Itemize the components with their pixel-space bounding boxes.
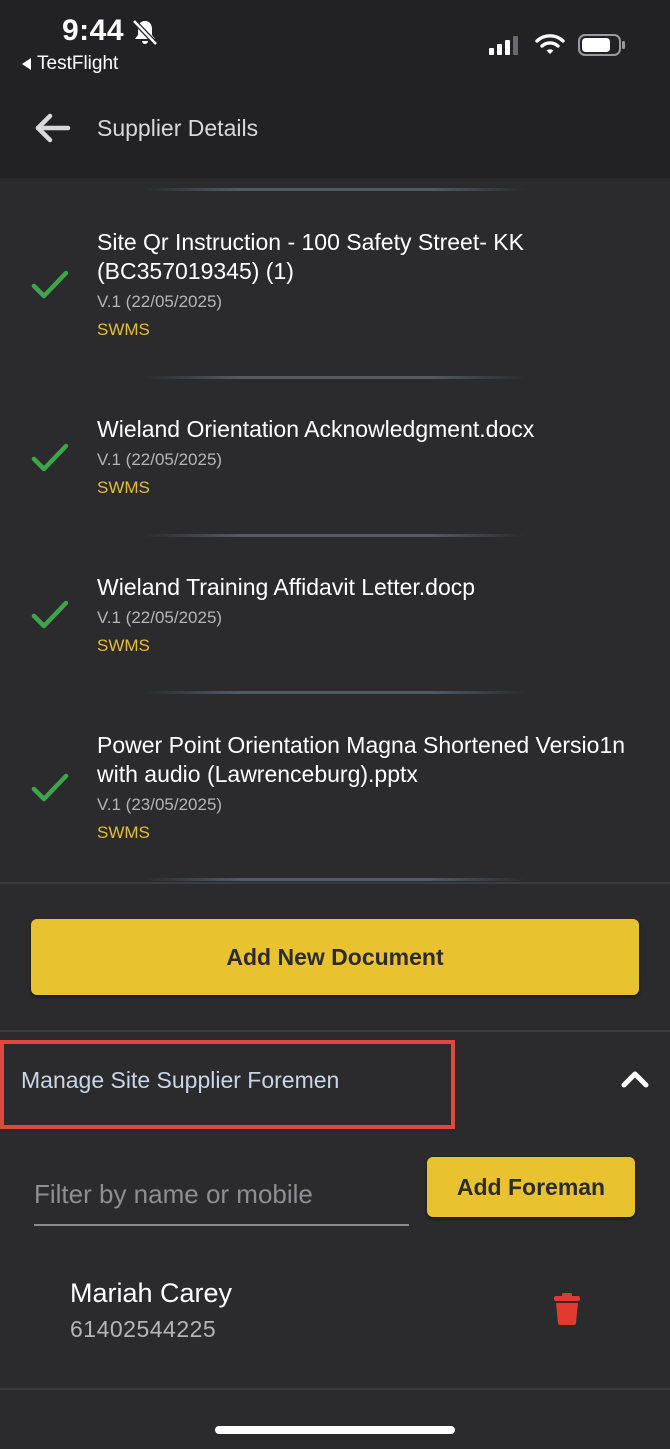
- back-button[interactable]: [30, 108, 74, 148]
- document-title: Wieland Orientation Acknowledgment.docx: [97, 416, 535, 442]
- divider: [145, 534, 525, 537]
- document-type: SWMS: [97, 478, 150, 497]
- document-version: V.1 (22/05/2025): [97, 608, 223, 627]
- bell-slash-icon: [132, 19, 158, 46]
- home-indicator: [215, 1426, 455, 1434]
- document-type: SWMS: [97, 823, 150, 842]
- document-type: SWMS: [97, 320, 150, 339]
- document-title: Power Point Orientation Magna Shortened …: [97, 732, 626, 787]
- chevron-up-icon[interactable]: [620, 1068, 650, 1090]
- cellular-signal-icon: [489, 36, 518, 55]
- document-type: SWMS: [97, 636, 150, 655]
- checkmark-icon: [31, 600, 69, 629]
- divider: [145, 188, 525, 191]
- back-app-label: TestFlight: [37, 53, 119, 74]
- back-triangle-icon: [22, 58, 31, 70]
- foreman-name: Mariah Carey: [70, 1278, 233, 1308]
- document-title: Site Qr Instruction - 100 Safety Street-…: [97, 229, 524, 284]
- checkmark-icon: [31, 270, 69, 299]
- divider: [145, 691, 525, 694]
- status-time: 9:44: [62, 14, 125, 47]
- foremen-section-title: Manage Site Supplier Foremen: [21, 1067, 340, 1093]
- divider: [145, 878, 525, 881]
- section-divider: [0, 882, 670, 884]
- filter-foremen-input[interactable]: [34, 1164, 409, 1226]
- arrow-left-icon: [35, 113, 71, 143]
- add-new-document-button[interactable]: Add New Document: [31, 919, 639, 995]
- divider: [145, 376, 525, 379]
- document-title: Wieland Training Affidavit Letter.docp: [97, 574, 476, 600]
- trash-icon[interactable]: [553, 1292, 581, 1326]
- page-title: Supplier Details: [97, 115, 259, 141]
- wifi-icon: [535, 34, 565, 54]
- battery-icon: [578, 34, 625, 56]
- document-version: V.1 (22/05/2025): [97, 292, 223, 311]
- add-foreman-button[interactable]: Add Foreman: [427, 1157, 635, 1217]
- document-version: V.1 (22/05/2025): [97, 450, 223, 469]
- checkmark-icon: [31, 443, 69, 472]
- foreman-mobile: 61402544225: [70, 1316, 217, 1342]
- document-version: V.1 (23/05/2025): [97, 795, 223, 814]
- back-to-app-link[interactable]: TestFlight: [22, 53, 118, 75]
- section-divider: [0, 1388, 670, 1390]
- checkmark-icon: [31, 773, 69, 802]
